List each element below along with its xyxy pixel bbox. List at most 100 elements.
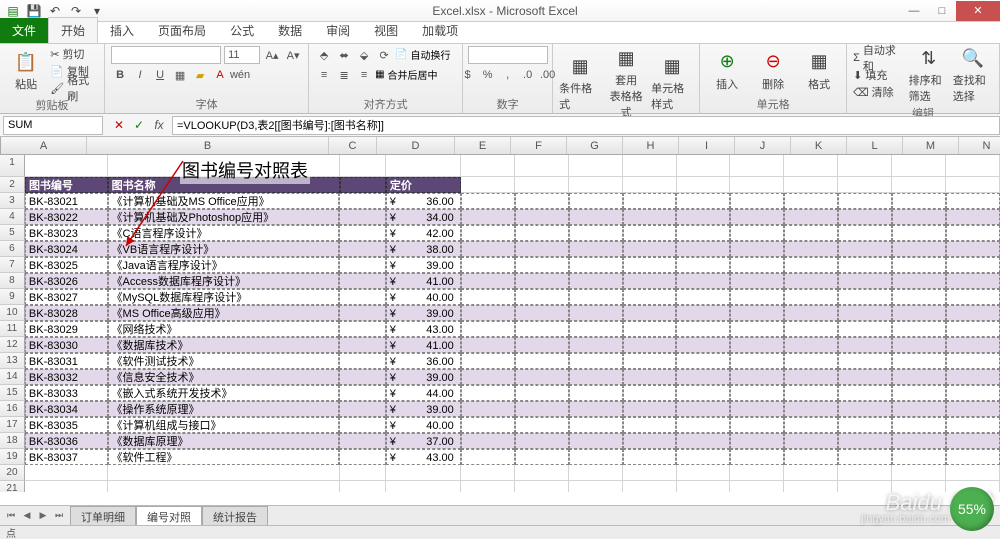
enter-formula-icon[interactable]: ✓ bbox=[130, 116, 148, 134]
tab-review[interactable]: 审阅 bbox=[314, 18, 362, 43]
row-header[interactable]: 11 bbox=[0, 321, 25, 337]
cell[interactable] bbox=[946, 385, 1000, 401]
cell-book-name[interactable]: 《VB语言程序设计》 bbox=[108, 241, 340, 257]
cell[interactable] bbox=[892, 481, 946, 492]
cell-book-name[interactable]: 《嵌入式系统开发技术》 bbox=[108, 385, 340, 401]
cell[interactable] bbox=[838, 337, 892, 353]
cell[interactable] bbox=[339, 417, 385, 433]
row-header[interactable]: 12 bbox=[0, 337, 25, 353]
cell[interactable] bbox=[784, 401, 838, 417]
format-cells-button[interactable]: ▦格式 bbox=[798, 50, 840, 92]
cell[interactable] bbox=[730, 155, 784, 177]
cell[interactable] bbox=[569, 417, 623, 433]
cell[interactable] bbox=[730, 481, 784, 492]
cell[interactable] bbox=[838, 321, 892, 337]
cell[interactable] bbox=[892, 241, 946, 257]
cell[interactable] bbox=[892, 257, 946, 273]
cell-price[interactable]: ¥39.00 bbox=[386, 369, 461, 385]
cell[interactable] bbox=[461, 337, 515, 353]
cell-price[interactable]: ¥40.00 bbox=[386, 417, 461, 433]
cell[interactable] bbox=[386, 465, 461, 481]
cell[interactable] bbox=[515, 193, 569, 209]
cell[interactable] bbox=[623, 321, 677, 337]
cell[interactable] bbox=[892, 353, 946, 369]
cell[interactable] bbox=[25, 465, 108, 481]
row-header[interactable]: 9 bbox=[0, 289, 25, 305]
cell-book-id[interactable]: BK-83031 bbox=[25, 353, 108, 369]
shrink-font-icon[interactable]: A▾ bbox=[284, 46, 302, 64]
cell[interactable] bbox=[676, 273, 730, 289]
cell[interactable] bbox=[730, 369, 784, 385]
cell[interactable] bbox=[946, 401, 1000, 417]
cell-book-id[interactable]: BK-83034 bbox=[25, 401, 108, 417]
cell[interactable] bbox=[838, 369, 892, 385]
cancel-formula-icon[interactable]: ✕ bbox=[110, 116, 128, 134]
cell[interactable] bbox=[946, 257, 1000, 273]
cell[interactable] bbox=[623, 353, 677, 369]
cell[interactable] bbox=[623, 337, 677, 353]
cell[interactable] bbox=[892, 177, 946, 193]
cell[interactable] bbox=[838, 273, 892, 289]
cell[interactable] bbox=[623, 449, 677, 465]
cell[interactable] bbox=[340, 177, 386, 193]
sheet-nav-prev-icon[interactable]: ◀ bbox=[20, 509, 34, 523]
cell[interactable] bbox=[339, 337, 385, 353]
cell-book-name[interactable]: 《MS Office高级应用》 bbox=[108, 305, 340, 321]
cell[interactable] bbox=[515, 337, 569, 353]
cell[interactable] bbox=[892, 369, 946, 385]
cell[interactable] bbox=[784, 385, 838, 401]
cell-price[interactable]: ¥39.00 bbox=[386, 401, 461, 417]
formula-input[interactable]: =VLOOKUP(D3,表2[[图书编号]:[图书名称]] bbox=[172, 116, 1000, 135]
cell[interactable] bbox=[515, 321, 569, 337]
cell[interactable] bbox=[515, 481, 569, 492]
cell[interactable] bbox=[784, 465, 838, 481]
align-left-icon[interactable]: ≡ bbox=[315, 66, 333, 84]
sheet-tab-2[interactable]: 编号对照 bbox=[136, 506, 202, 527]
cell[interactable] bbox=[730, 353, 784, 369]
cell[interactable] bbox=[623, 155, 677, 177]
minimize-button[interactable]: — bbox=[900, 1, 928, 21]
row-header[interactable]: 13 bbox=[0, 353, 25, 369]
cell[interactable] bbox=[461, 209, 515, 225]
cell[interactable] bbox=[515, 433, 569, 449]
cell[interactable] bbox=[461, 417, 515, 433]
cell[interactable] bbox=[339, 385, 385, 401]
cell-book-name[interactable]: 《Java语言程序设计》 bbox=[108, 257, 340, 273]
cell[interactable] bbox=[946, 273, 1000, 289]
column-header-I[interactable]: I bbox=[679, 137, 735, 154]
row-header[interactable]: 3 bbox=[0, 193, 25, 209]
cell[interactable] bbox=[339, 289, 385, 305]
cell[interactable] bbox=[784, 369, 838, 385]
cell[interactable] bbox=[838, 289, 892, 305]
cell-price[interactable]: ¥34.00 bbox=[386, 209, 461, 225]
cell[interactable] bbox=[461, 353, 515, 369]
cell[interactable] bbox=[946, 177, 1000, 193]
cell[interactable] bbox=[892, 305, 946, 321]
sheet-nav-last-icon[interactable]: ⏭ bbox=[52, 509, 66, 523]
currency-icon[interactable]: $ bbox=[459, 66, 477, 84]
cell[interactable] bbox=[569, 321, 623, 337]
cell[interactable] bbox=[784, 155, 838, 177]
cell[interactable] bbox=[838, 433, 892, 449]
cell[interactable] bbox=[339, 209, 385, 225]
cell[interactable] bbox=[838, 305, 892, 321]
cell[interactable] bbox=[623, 273, 677, 289]
row-header[interactable]: 19 bbox=[0, 449, 25, 465]
cell[interactable] bbox=[838, 465, 892, 481]
row-header[interactable]: 16 bbox=[0, 401, 25, 417]
tab-home[interactable]: 开始 bbox=[48, 17, 98, 43]
row-header[interactable]: 18 bbox=[0, 433, 25, 449]
cell[interactable] bbox=[461, 225, 515, 241]
cell[interactable] bbox=[623, 417, 677, 433]
cell[interactable] bbox=[569, 353, 623, 369]
font-size-combo[interactable]: 11 bbox=[224, 46, 260, 64]
cell[interactable] bbox=[569, 209, 623, 225]
cell[interactable] bbox=[784, 177, 838, 193]
cell[interactable] bbox=[461, 321, 515, 337]
cell[interactable] bbox=[838, 353, 892, 369]
close-button[interactable]: ✕ bbox=[956, 1, 1000, 21]
cell[interactable] bbox=[461, 155, 515, 177]
cell[interactable] bbox=[946, 321, 1000, 337]
cell[interactable] bbox=[515, 225, 569, 241]
cell-price[interactable]: ¥44.00 bbox=[386, 385, 461, 401]
